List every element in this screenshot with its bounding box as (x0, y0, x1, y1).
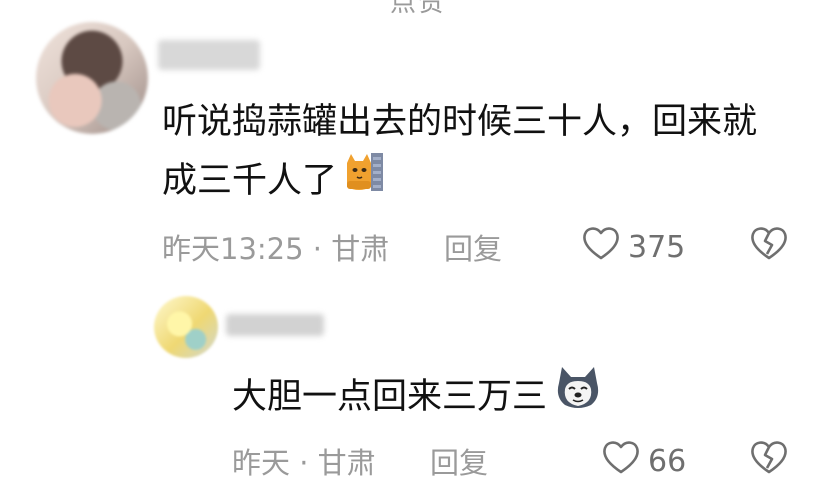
heart-icon (580, 224, 628, 270)
reply-like-count: 66 (648, 443, 687, 479)
reply-reply-button[interactable]: 回复 (430, 440, 488, 482)
username-blurred[interactable] (158, 40, 260, 70)
dislike-button[interactable] (748, 224, 790, 266)
reply-avatar[interactable] (154, 296, 218, 358)
heart-icon (600, 438, 648, 484)
reply-meta: 昨天 · 甘肃 (232, 446, 376, 480)
avatar[interactable] (36, 22, 148, 134)
cat-emoji-icon (343, 151, 385, 211)
reply-text: 大胆一点回来三万三 (232, 365, 603, 429)
doge-emoji-icon (553, 365, 603, 429)
broken-heart-icon (748, 227, 790, 266)
reply-text-label: 大胆一点回来三万三 (232, 377, 548, 417)
broken-heart-icon (748, 441, 790, 480)
reply-like-button[interactable]: 66 (600, 438, 686, 484)
like-button[interactable]: 375 (580, 224, 685, 270)
reply-username-blurred[interactable] (226, 314, 324, 336)
comment-text-line2-label: 成三千人了 (162, 161, 338, 201)
comment-text-line2: 成三千人了 (162, 151, 385, 211)
comment-text-line1: 听说捣蒜罐出去的时候三十人，回来就 (162, 102, 758, 142)
reply-dislike-button[interactable] (748, 438, 790, 480)
reply-button[interactable]: 回复 (444, 226, 502, 268)
top-cut-text: 点赞 (390, 0, 447, 18)
comment-meta: 昨天13:25 · 甘肃 (162, 232, 390, 266)
like-count: 375 (628, 229, 686, 265)
